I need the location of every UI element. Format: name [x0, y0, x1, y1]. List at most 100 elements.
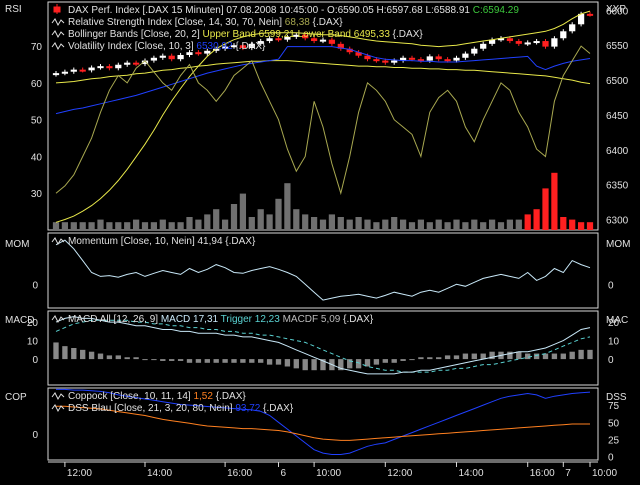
x-tick-label: 10:00	[592, 468, 617, 479]
macdf-bar	[275, 359, 282, 365]
legend-suffix: {.DAX}	[260, 403, 293, 414]
macdf-bar	[400, 359, 406, 361]
legend-text: DSS Blau [Close, 21, 3, 20, 80, Nein]	[68, 403, 235, 414]
macdf-bar	[525, 353, 531, 360]
line-icon	[51, 42, 65, 51]
macdf-bar	[578, 349, 584, 360]
volume-bar	[435, 219, 442, 230]
legend-value: 68,38	[285, 17, 310, 28]
candle	[533, 41, 540, 44]
macdf-bar	[204, 359, 210, 363]
volume-bar	[480, 222, 487, 230]
dss-tick-label: 50	[608, 418, 620, 429]
volume-bar	[159, 219, 166, 230]
candle	[132, 62, 140, 65]
volume-bar	[471, 219, 478, 230]
volume-bar	[382, 219, 389, 230]
x-tick-label: 16:00	[530, 468, 555, 479]
candle	[88, 67, 95, 71]
panel-label-mom-right: MOM	[606, 239, 630, 250]
volume-bar	[257, 209, 264, 230]
candle	[97, 66, 104, 69]
price-tick-label: 6400	[606, 146, 629, 157]
candle	[586, 13, 594, 16]
candle	[551, 38, 558, 47]
macdf-bar	[391, 359, 397, 363]
x-tick-label: 12:00	[67, 468, 92, 479]
x-tick-label: 16:00	[227, 468, 252, 479]
panel-label-rsi: RSI	[5, 4, 22, 15]
rsi-tick-label: 50	[31, 116, 43, 127]
volume-bar	[551, 172, 558, 230]
volume-bar	[213, 209, 220, 230]
rsi-tick-label: 30	[31, 189, 43, 200]
macdf-bar	[373, 359, 380, 365]
legend-text: Relative Strength Index [Close, 14, 30, …	[68, 17, 285, 28]
legend-suffix: {.DAX}	[213, 391, 246, 402]
legend-entry: Volatility Index [Close, 10, 3] 6530,92 …	[68, 41, 266, 52]
legend-value: 1,52	[193, 391, 213, 402]
candle	[542, 41, 549, 47]
legend-suffix: {.DAX}	[233, 41, 266, 52]
candle	[435, 56, 442, 60]
macd-tick-label-right: 0	[608, 355, 614, 366]
panel-label-mom: MOM	[5, 239, 29, 250]
candle	[106, 66, 113, 69]
momentum-panel: MOM MOM 0 0 Momentum [Close, 10, Nein] 41,94…	[5, 232, 630, 309]
candle	[373, 59, 380, 62]
rsi-line	[55, 45, 591, 196]
macdf-bar	[382, 359, 388, 363]
coppock-panel: COP DSS00255075Coppock [Close, 10, 11, 14…	[5, 387, 627, 464]
volume-bar	[61, 222, 69, 230]
volume-bar	[497, 222, 505, 230]
macdf-bar	[533, 353, 540, 360]
volume-bar	[186, 217, 193, 230]
legend-text: Momentum [Close, 10, Nein] 41,94 {.DAX}	[68, 236, 256, 247]
cop-tick-label: 0	[32, 430, 38, 441]
volatility-line	[55, 46, 591, 115]
chart-canvas[interactable]: RSI XXP3040506070630063506400645065006550…	[0, 0, 640, 480]
volume-bar	[88, 222, 95, 230]
volume-bar	[97, 219, 104, 230]
x-tick-label: 10:00	[316, 468, 341, 479]
macdf-bar	[569, 351, 575, 360]
dss-tick-label: 75	[608, 401, 620, 412]
x-tick-label: 6	[281, 468, 287, 479]
volume-bar	[106, 222, 113, 230]
macdf-bar	[284, 359, 291, 367]
volume-bar	[239, 193, 247, 230]
volume-bar	[328, 214, 336, 230]
volume-bar	[408, 222, 416, 230]
price-tick-label: 6600	[606, 6, 629, 17]
macdf-bar	[106, 355, 113, 360]
macdf-bar	[311, 359, 317, 371]
macdf-bar	[471, 353, 477, 360]
macd-tick-label: 20	[27, 318, 39, 329]
macd-tick-label: 10	[27, 337, 39, 348]
volume-bar	[586, 222, 594, 230]
line-icon	[51, 30, 65, 39]
macdf-bar	[516, 351, 522, 360]
macdf-bar	[169, 359, 175, 361]
candle	[124, 62, 131, 65]
legend-entry: DSS Blau [Close, 21, 3, 20, 80, Nein] 93…	[68, 403, 294, 414]
candle	[61, 71, 69, 74]
price-tick-label: 6350	[606, 181, 629, 192]
volume-bar	[168, 222, 175, 230]
legend-text: DAX Perf. Index [.DAX 15 Minuten] 07.08.…	[68, 5, 473, 16]
candle	[177, 54, 184, 60]
volume-bar	[506, 219, 514, 230]
macdf-bar	[186, 359, 193, 363]
volume-bar	[444, 222, 451, 230]
macd-panel: MACD MAC0 010 1020 20MACD All [12, 26, 9] MA…	[5, 310, 628, 386]
volume-bar	[230, 204, 238, 230]
legend-value: 93,72	[235, 403, 260, 414]
candle	[150, 57, 158, 61]
volume-bar	[266, 214, 273, 230]
volume-bar	[373, 222, 380, 230]
dss-tick-label: 0	[608, 453, 614, 464]
volume-bar	[302, 214, 309, 230]
legend-part: MACDF 5,09	[280, 314, 341, 325]
volume-bar	[70, 222, 77, 230]
macd-tick-label: 0	[32, 355, 38, 366]
